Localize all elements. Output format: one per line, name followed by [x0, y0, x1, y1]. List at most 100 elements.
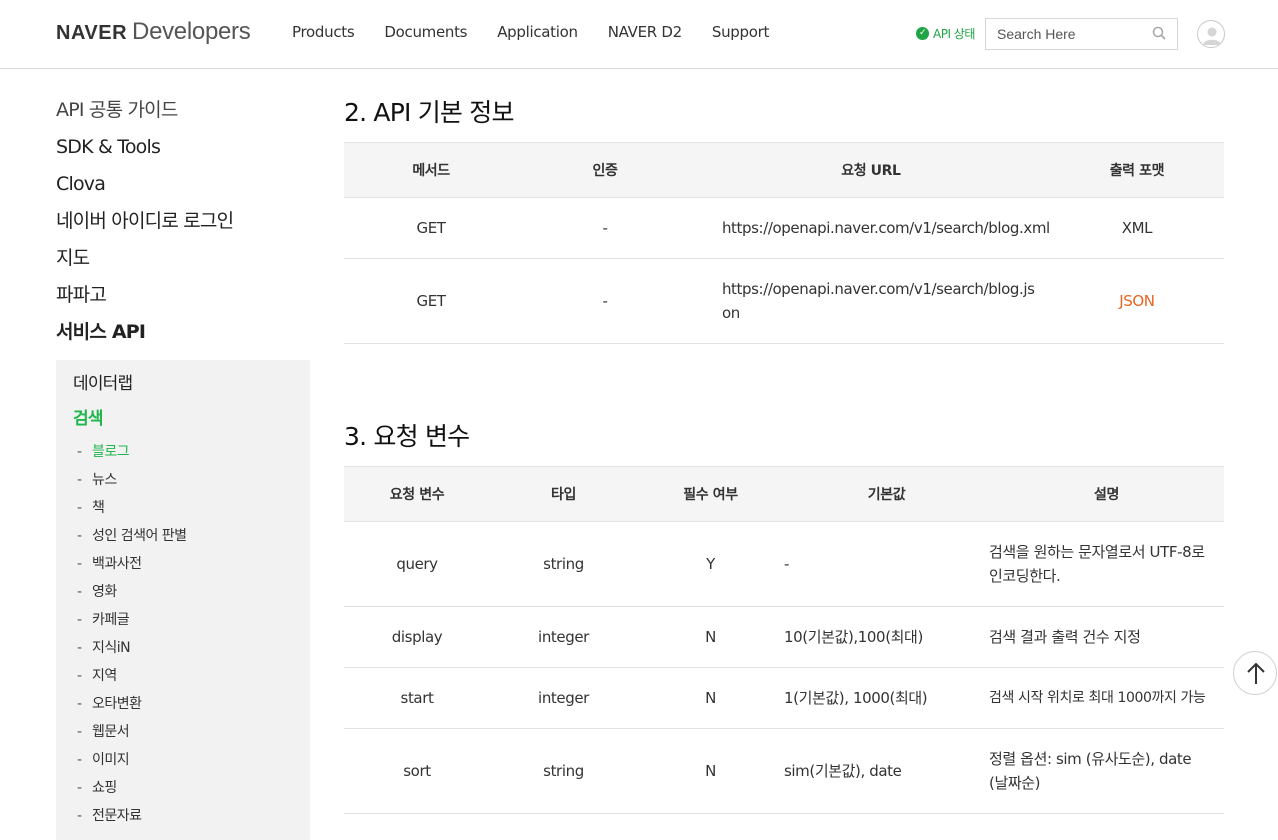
- dash-icon: -: [77, 612, 82, 628]
- search-box: [985, 18, 1178, 50]
- url-cell: https://openapi.naver.com/v1/search/blog…: [691, 197, 1050, 259]
- table-row: start integer N 1(기본값), 1000(최대) 검색 시작 위…: [344, 667, 1224, 729]
- sidebar-sub-item[interactable]: - 카페글: [73, 610, 310, 638]
- sidebar-sub-item[interactable]: - 웹문서: [73, 722, 310, 750]
- user-icon: [1203, 27, 1221, 45]
- sidebar-sub-item[interactable]: - 성인 검색어 판별: [73, 526, 310, 554]
- table-row: GET - https://openapi.naver.com/v1/searc…: [344, 258, 1224, 344]
- format-cell: XML: [1049, 197, 1224, 259]
- param-name-cell: start: [344, 667, 490, 729]
- api-status-link[interactable]: ✓ API 상태: [916, 25, 975, 42]
- sidebar-top-menu: API 공통 가이드 SDK & Tools Clova 네이버 아이디로 로그…: [56, 69, 310, 355]
- dash-icon: -: [77, 556, 82, 572]
- naver-developers-logo[interactable]: NAVER Developers: [56, 18, 251, 48]
- nav-naver-d2[interactable]: NAVER D2: [608, 23, 682, 41]
- table-row: display integer N 10(기본값),100(최대) 검색 결과 …: [344, 606, 1224, 668]
- sidebar-item-datalab[interactable]: 데이터랩: [73, 372, 310, 407]
- top-header: NAVER Developers Products Documents Appl…: [0, 0, 1278, 69]
- sidebar-sub-item[interactable]: - 지역: [73, 666, 310, 694]
- scroll-to-top-button[interactable]: [1233, 651, 1277, 695]
- nav-support[interactable]: Support: [712, 23, 770, 41]
- sidebar-sub-label: 전문자료: [92, 808, 142, 824]
- table-row: sort string N sim(기본값), date 정렬 옵션: sim …: [344, 728, 1224, 814]
- dash-icon: -: [77, 752, 82, 768]
- api-status-label: API 상태: [933, 27, 975, 41]
- param-required-cell: N: [637, 667, 784, 729]
- auth-cell: -: [518, 258, 692, 344]
- column-header: 출력 포맷: [1049, 142, 1224, 198]
- sidebar-item-search[interactable]: 검색: [73, 407, 310, 442]
- sidebar-sub-item[interactable]: - 이미지: [73, 750, 310, 778]
- param-name-cell: display: [344, 606, 490, 668]
- sidebar-item-papago[interactable]: 파파고: [56, 281, 310, 318]
- param-desc-cell: 검색 시작 위치로 최대 1000까지 가능: [989, 667, 1224, 729]
- request-params-table: 요청 변수 타입 필수 여부 기본값 설명 query string Y - 검…: [344, 466, 1224, 814]
- user-avatar[interactable]: [1197, 20, 1225, 48]
- param-name-cell: query: [344, 521, 490, 607]
- nav-application[interactable]: Application: [497, 23, 578, 41]
- dash-icon: -: [77, 528, 82, 544]
- format-cell: JSON: [1049, 258, 1224, 344]
- sidebar-sub-item[interactable]: - 전문자료: [73, 806, 310, 834]
- check-circle-icon: ✓: [916, 27, 929, 40]
- param-required-cell: Y: [637, 521, 784, 607]
- dash-icon: -: [77, 584, 82, 600]
- nav-documents[interactable]: Documents: [384, 23, 467, 41]
- param-default-cell: sim(기본값), date: [784, 728, 989, 814]
- table-row: GET - https://openapi.naver.com/v1/searc…: [344, 197, 1224, 259]
- sidebar-sub-label: 지식iN: [92, 640, 131, 656]
- column-header: 필수 여부: [637, 466, 784, 522]
- param-required-cell: N: [637, 606, 784, 668]
- sidebar-sub-item[interactable]: - 백과사전: [73, 554, 310, 582]
- dash-icon: -: [77, 640, 82, 656]
- sidebar-item-api-guide[interactable]: API 공통 가이드: [56, 96, 310, 133]
- table-row: query string Y - 검색을 원하는 문자열로서 UTF-8로 인코…: [344, 521, 1224, 607]
- sidebar-sub-label: 영화: [92, 584, 117, 600]
- column-header: 설명: [989, 466, 1224, 522]
- sidebar-sub-label: 카페글: [92, 612, 130, 628]
- param-type-cell: integer: [490, 606, 637, 668]
- dash-icon: -: [77, 472, 82, 488]
- sidebar-item-map[interactable]: 지도: [56, 244, 310, 281]
- param-default-cell: 1(기본값), 1000(최대): [784, 667, 989, 729]
- param-type-cell: integer: [490, 667, 637, 729]
- sidebar-sub-label: 뉴스: [92, 472, 117, 488]
- search-icon[interactable]: [1152, 26, 1166, 40]
- dash-icon: -: [77, 444, 82, 460]
- sidebar-sub-item[interactable]: -책: [73, 498, 310, 526]
- sidebar-sub-item[interactable]: - 블로그: [73, 442, 310, 470]
- method-cell: GET: [344, 197, 519, 259]
- column-header: 요청 URL: [691, 142, 1050, 198]
- sidebar-sub-label: 성인 검색어 판별: [92, 528, 187, 544]
- column-header: 타입: [490, 466, 637, 522]
- param-name-cell: sort: [344, 728, 490, 814]
- sidebar-sub-item[interactable]: - 지식iN: [73, 638, 310, 666]
- param-desc-cell: 정렬 옵션: sim (유사도순), date (날짜순): [989, 728, 1224, 814]
- param-desc-cell: 검색을 원하는 문자열로서 UTF-8로 인코딩한다.: [989, 521, 1224, 607]
- sidebar-item-sdk-tools[interactable]: SDK & Tools: [56, 133, 310, 170]
- nav-products[interactable]: Products: [292, 23, 355, 41]
- sidebar-sub-item[interactable]: - 쇼핑: [73, 778, 310, 806]
- table-header-row: 메서드 인증 요청 URL 출력 포맷: [344, 142, 1224, 198]
- sidebar-sub-label: 백과사전: [92, 556, 142, 572]
- sidebar-item-clova[interactable]: Clova: [56, 170, 310, 207]
- sidebar-sub-label: 웹문서: [92, 724, 130, 740]
- column-header: 요청 변수: [344, 466, 490, 522]
- dash-icon: -: [77, 668, 82, 684]
- search-input[interactable]: [986, 19, 1146, 49]
- sidebar-sub-label: 지역: [92, 668, 117, 684]
- sidebar-sub-item[interactable]: - 영화: [73, 582, 310, 610]
- sidebar-sub-label: 쇼핑: [92, 780, 117, 796]
- sidebar-sub-label: 책: [92, 500, 105, 516]
- logo-naver-text: NAVER: [56, 22, 128, 44]
- table-header-row: 요청 변수 타입 필수 여부 기본값 설명: [344, 466, 1224, 522]
- dash-icon: -: [77, 724, 82, 740]
- dash-icon: -: [77, 696, 82, 712]
- arrow-up-icon: [1247, 662, 1265, 684]
- param-type-cell: string: [490, 728, 637, 814]
- dash-icon: -: [77, 500, 82, 516]
- sidebar-item-service-api[interactable]: 서비스 API: [56, 318, 310, 355]
- sidebar-sub-item[interactable]: - 오타변환: [73, 694, 310, 722]
- sidebar-sub-item[interactable]: - 뉴스: [73, 470, 310, 498]
- sidebar-item-naver-login[interactable]: 네이버 아이디로 로그인: [56, 207, 310, 244]
